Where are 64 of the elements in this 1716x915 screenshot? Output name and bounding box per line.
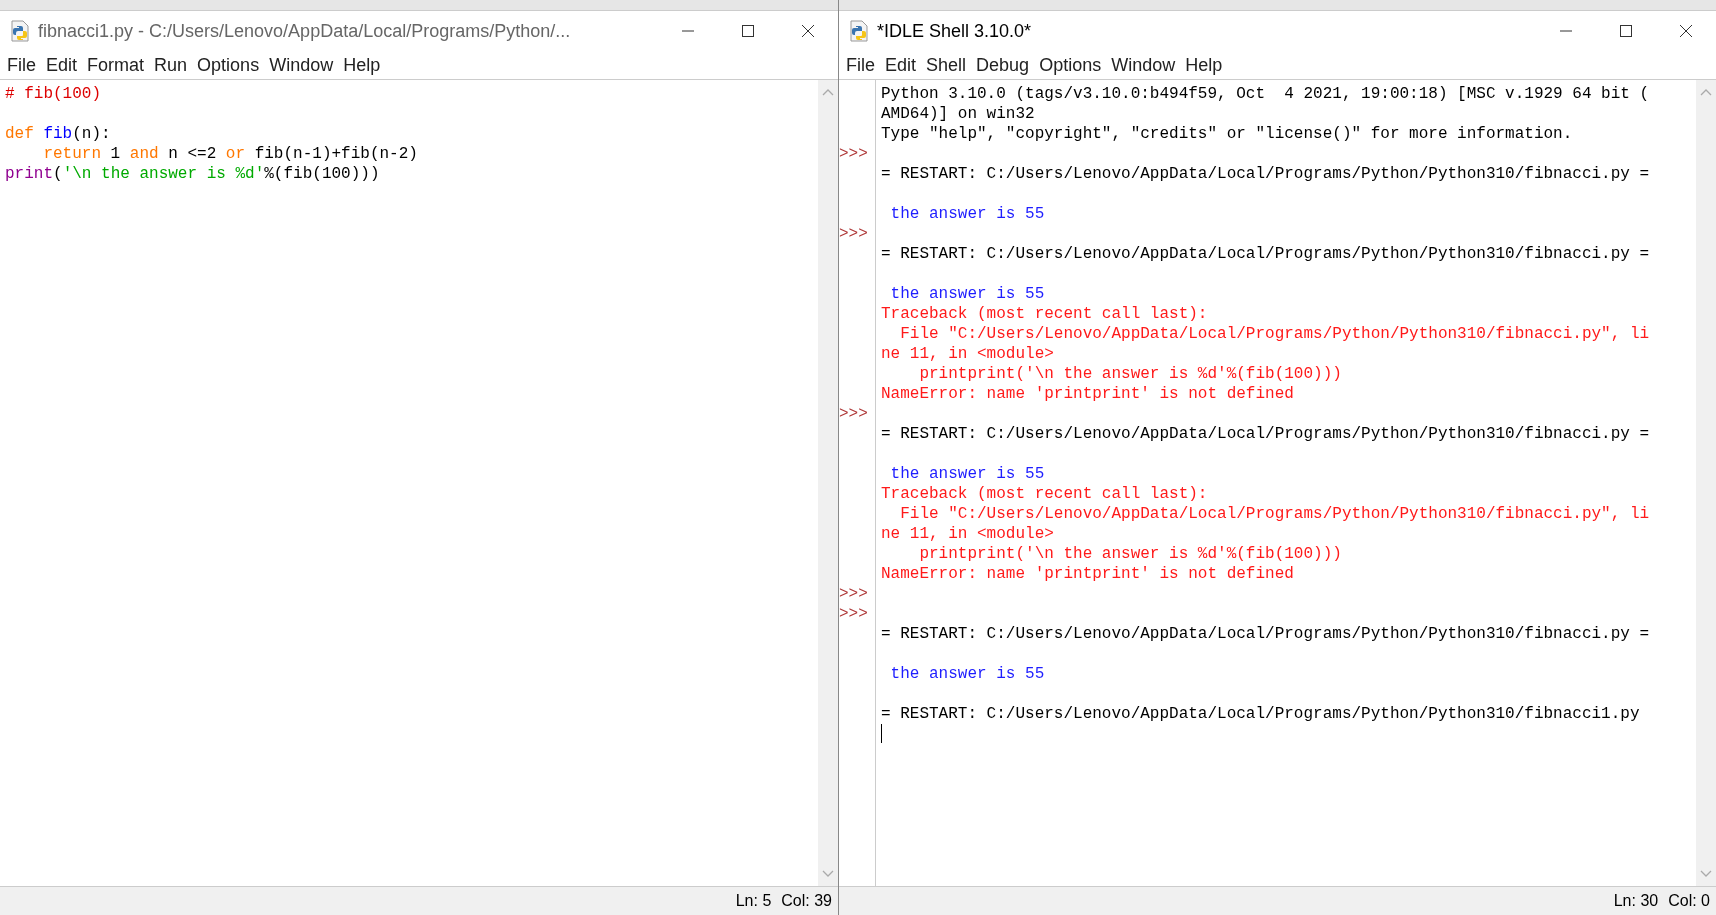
close-icon — [801, 24, 815, 38]
menu-item[interactable]: Options — [1034, 54, 1107, 76]
menu-item[interactable]: Help — [1180, 54, 1228, 76]
output-line: AMD64)] on win32 — [881, 104, 1036, 124]
output-line: Type "help", "copyright", "credits" or "license()" for more information. — [881, 124, 1574, 144]
error-line: NameError: name 'printprint' is not defined — [881, 384, 1295, 404]
scroll-down-icon[interactable] — [822, 870, 834, 878]
error-line: File "C:/Users/Lenovo/AppData/Local/Programs/Python/Python310/fibnacci.py", li — [899, 324, 1651, 344]
code-line: # fib(100) — [5, 84, 102, 104]
shell-prompt: >>> — [839, 225, 868, 243]
output-line: = RESTART: C:/Users/Lenovo/AppData/Local/Programs/Python/Python310/fibnacci.py = — [881, 624, 1651, 644]
scroll-up-icon[interactable] — [822, 88, 834, 96]
scroll-up-icon[interactable] — [1700, 88, 1712, 96]
output-line: the answer is 55 — [889, 464, 1046, 484]
output-line: the answer is 55 — [889, 204, 1046, 224]
menu-item[interactable]: File — [2, 54, 41, 76]
error-line: NameError: name 'printprint' is not defined — [881, 564, 1295, 584]
error-line: Traceback (most recent call last): — [881, 484, 1209, 504]
window-title: *IDLE Shell 3.10.0* — [877, 20, 1032, 42]
error-line: printprint('\n the answer is %d'%(fib(100))) — [918, 364, 1343, 384]
column-status: Col: 0 — [1668, 892, 1710, 910]
code-line: return 1 and n <=2 or fib(n-1)+fib(n-2) — [42, 144, 419, 164]
output-line: = RESTART: C:/Users/Lenovo/AppData/Local/Programs/Python/Python310/fibnacci.py = — [881, 424, 1651, 444]
error-line: printprint('\n the answer is %d'%(fib(100))) — [918, 544, 1343, 564]
menu-item[interactable]: Help — [338, 54, 386, 76]
menu-item[interactable]: Format — [82, 54, 150, 76]
error-line: ne 11, in <module> — [881, 344, 1055, 364]
shell-prompt: >>> — [839, 145, 868, 163]
close-icon — [1679, 24, 1693, 38]
output-line: = RESTART: C:/Users/Lenovo/AppData/Local/Programs/Python/Python310/fibnacci.py = — [881, 244, 1651, 264]
menu-item[interactable]: Edit — [41, 54, 83, 76]
scroll-down-icon[interactable] — [1700, 870, 1712, 878]
menu-item[interactable]: Window — [1106, 54, 1181, 76]
menu-item[interactable]: Shell — [921, 54, 972, 76]
column-status: Col: 39 — [781, 892, 832, 910]
output-line: the answer is 55 — [889, 664, 1046, 684]
shell-prompt: >>> — [839, 585, 868, 603]
output-line: Python 3.10.0 (tags/v3.10.0:b494f59, Oct 4 2021, 19:00:18) [MSC v.1929 64 bit ( — [881, 84, 1651, 104]
menu-item[interactable]: Options — [192, 54, 265, 76]
error-line: File "C:/Users/Lenovo/AppData/Local/Programs/Python/Python310/fibnacci.py", li — [899, 504, 1651, 524]
output-line: = RESTART: C:/Users/Lenovo/AppData/Local/Programs/Python/Python310/fibnacci1.py — [881, 704, 1641, 724]
menu-item[interactable]: Debug — [971, 54, 1035, 76]
text-cursor — [881, 724, 882, 743]
python-file-icon — [10, 20, 30, 42]
menu-item[interactable]: Window — [264, 54, 339, 76]
output-line: the answer is 55 — [889, 284, 1046, 304]
scrollbar[interactable] — [818, 80, 838, 886]
line-number-status: Ln: 5 — [735, 892, 772, 910]
shell-prompt: >>> — [839, 405, 868, 423]
output-line: = RESTART: C:/Users/Lenovo/AppData/Local/Programs/Python/Python310/fibnacci.py = — [881, 164, 1651, 184]
window-title: fibnacci1.py - C:/Users/Lenovo/AppData/Local/Programs/Python/... — [38, 20, 571, 42]
menu-item[interactable]: Edit — [880, 54, 922, 76]
python-file-icon — [849, 20, 869, 42]
shell-prompt: >>> — [839, 605, 868, 623]
maximize-icon — [1619, 24, 1633, 38]
error-line: ne 11, in <module> — [881, 524, 1055, 544]
scrollbar[interactable] — [1696, 80, 1716, 886]
code-line: def fib(n): — [5, 124, 112, 144]
error-line: Traceback (most recent call last): — [881, 304, 1209, 324]
code-line: print('\n the answer is %d'%(fib(100))) — [5, 164, 381, 184]
menu-item[interactable]: Run — [149, 54, 193, 76]
maximize-icon — [741, 24, 755, 38]
menu-item[interactable]: File — [841, 54, 880, 76]
line-number-status: Ln: 30 — [1613, 892, 1659, 910]
